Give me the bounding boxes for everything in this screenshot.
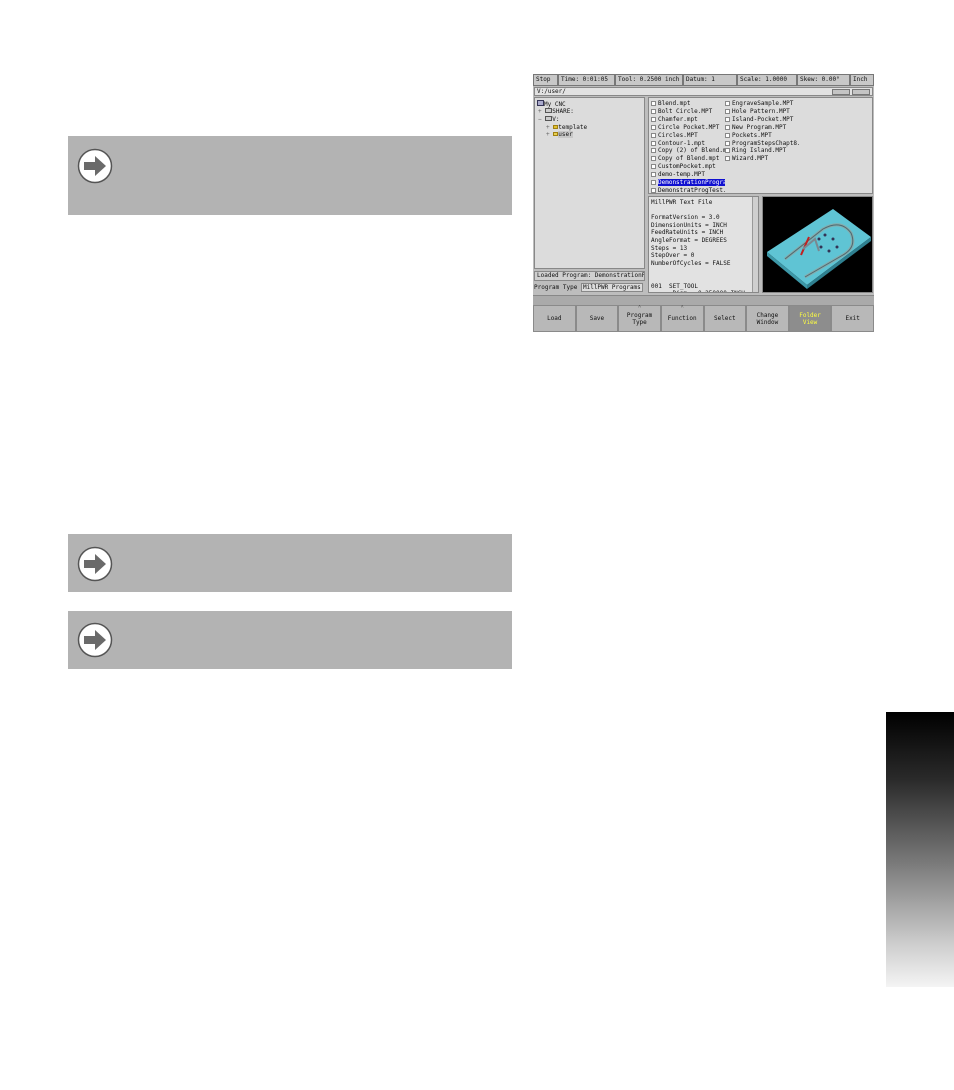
load-softkey[interactable]: Load — [533, 305, 576, 332]
file-list[interactable]: Blend.mpt Bolt Circle.MPT Chamfer.mpt Circl… — [648, 97, 873, 194]
status-time: Time: 0:01:05 — [558, 74, 615, 86]
file-item[interactable]: CustomPocket.mpt — [651, 163, 725, 170]
status-scale: Scale: 1.0000 — [737, 74, 797, 86]
program-type-softkey[interactable]: ˄ Program Type — [618, 305, 661, 332]
program-text-line: FormatVersion = 3.0 — [651, 214, 720, 222]
tree-item-user[interactable]: + user — [546, 131, 573, 138]
note-box-1 — [68, 136, 512, 215]
tree-item-my-cnc[interactable]: My CNC — [537, 100, 566, 108]
softkey-bar: Load Save ˄ Program Type ˄ Function Select… — [533, 305, 874, 332]
tree-item-v-drive[interactable]: − V: — [538, 116, 559, 123]
program-text-line: NumberOfCycles = FALSE — [651, 259, 731, 267]
file-item[interactable]: Bolt Circle.MPT — [651, 108, 725, 115]
status-bar: Stop Time: 0:01:05 Tool: 0.2500 inch Dat… — [533, 74, 874, 86]
program-text-line: Diam = 0.250000 INCH — [651, 290, 745, 292]
file-item[interactable]: DemonstrationProgra... — [651, 179, 725, 186]
detail-view-button[interactable] — [852, 89, 870, 95]
program-type-label: Program Type — [534, 284, 578, 291]
computer-icon — [537, 100, 544, 106]
file-item[interactable]: ProgramStepsChapt8... — [725, 140, 799, 147]
program-text-line: StepOver = 0 — [651, 252, 695, 260]
file-item[interactable]: demo-temp.MPT — [651, 171, 725, 178]
list-view-button[interactable] — [832, 89, 850, 95]
file-item[interactable]: Copy of Blend.mpt — [651, 155, 725, 162]
status-mode: Stop — [533, 74, 558, 86]
program-type-row: Program Type MillPWR Programs — [534, 283, 645, 293]
file-item[interactable]: Wizard.MPT — [725, 155, 799, 162]
note-box-3 — [68, 611, 512, 669]
status-datum: Datum: 1 — [683, 74, 737, 86]
file-item[interactable]: Island-Pocket.MPT — [725, 116, 799, 123]
program-text-line: DimensionUnits = INCH — [651, 221, 727, 229]
tree-item-share[interactable]: + SHARE: — [538, 108, 574, 115]
program-text-line: AngleFormat = DEGREES — [651, 237, 727, 244]
exit-softkey[interactable]: Exit — [831, 305, 874, 332]
program-text-line: 001 SET_TOOL — [651, 282, 698, 290]
folder-view-softkey[interactable]: Folder View — [788, 305, 832, 332]
file-item[interactable]: Circle Pocket.MPT — [651, 124, 725, 131]
file-item[interactable]: Ring Island.MPT — [725, 147, 799, 154]
note-box-2 — [68, 534, 512, 592]
cnc-screen: Stop Time: 0:01:05 Tool: 0.2500 inch Dat… — [533, 74, 874, 332]
file-item[interactable]: Blend.mpt — [651, 100, 725, 107]
program-preview — [762, 196, 873, 293]
change-window-softkey[interactable]: Change Window — [746, 305, 789, 332]
file-item[interactable]: DemonstratProgTest... — [651, 187, 725, 194]
program-text-line: MillPWR Text File — [651, 199, 713, 206]
select-softkey[interactable]: Select — [703, 305, 747, 332]
function-softkey[interactable]: ˄ Function — [660, 305, 704, 332]
file-item[interactable]: EngraveSample.MPT — [725, 100, 799, 107]
chapter-side-tab — [886, 712, 954, 987]
softkey-separator — [533, 295, 874, 305]
status-tool: Tool: 0.2500 inch — [615, 74, 683, 86]
program-type-select[interactable]: MillPWR Programs — [580, 283, 643, 292]
arrow-right-icon — [77, 622, 113, 658]
file-item[interactable]: Contour-1.mpt — [651, 140, 725, 147]
program-text-line: Steps = 13 — [651, 244, 688, 252]
file-item[interactable]: New Program.MPT — [725, 124, 799, 131]
part-preview-graphic — [767, 209, 871, 289]
program-text-line: FeedRateUnits = INCH — [651, 229, 724, 237]
path-bar: V:/user/ — [534, 87, 873, 96]
file-item[interactable]: Circles.MPT — [651, 132, 725, 139]
file-item[interactable]: Hole Pattern.MPT — [725, 108, 799, 115]
loaded-program: Loaded Program: DemonstrationP... — [534, 271, 645, 281]
current-path: V:/user/ — [537, 88, 566, 95]
arrow-right-icon — [77, 148, 113, 184]
folder-tree[interactable]: My CNC + SHARE: − V: + template + user — [534, 97, 645, 269]
file-item[interactable]: Copy (2) of Blend.m... — [651, 147, 725, 154]
file-item[interactable]: Pockets.MPT — [725, 132, 799, 139]
tree-item-template[interactable]: + template — [546, 124, 587, 131]
file-item[interactable]: Chamfer.mpt — [651, 116, 725, 123]
status-units: Inch — [850, 74, 874, 86]
program-text-pane: MillPWR Text File FormatVersion = 3.0 Dime… — [648, 196, 759, 293]
text-scrollbar[interactable] — [752, 197, 758, 292]
save-softkey[interactable]: Save — [575, 305, 619, 332]
status-skew: Skew: 0.00° — [797, 74, 850, 86]
arrow-right-icon — [77, 546, 113, 582]
